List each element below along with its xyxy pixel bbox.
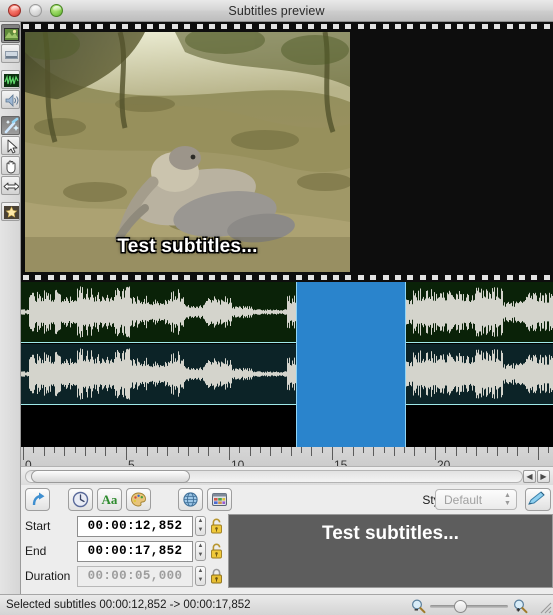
audio-volume-tool[interactable] xyxy=(0,90,20,109)
filmstrip-perforations-bottom xyxy=(21,273,553,282)
scroll-right-arrow[interactable]: ▶ xyxy=(537,470,550,483)
audio-track-2[interactable] xyxy=(21,344,553,404)
scroll-left-arrow[interactable]: ◀ xyxy=(523,470,536,483)
video-preview[interactable]: Test subtitles... xyxy=(25,32,350,272)
timeline-selection[interactable] xyxy=(296,282,406,447)
timing-button[interactable] xyxy=(68,488,93,511)
duration-time-row: Duration 00:00:05,000 ▲ ▼ xyxy=(21,564,227,588)
insert-subtitle-button[interactable] xyxy=(25,488,50,511)
effects-tool[interactable] xyxy=(0,202,20,221)
zoom-out-magnifier-icon[interactable] xyxy=(410,598,427,614)
edit-style-button[interactable] xyxy=(525,488,551,511)
status-bar: Selected subtitles 00:00:12,852 -> 00:00… xyxy=(0,594,553,615)
translate-button[interactable] xyxy=(178,488,203,511)
end-time-label: End xyxy=(25,544,47,558)
svg-text:Aa: Aa xyxy=(102,492,118,507)
duration-time-lock-icon[interactable] xyxy=(209,567,224,585)
window-titlebar: Subtitles preview xyxy=(0,0,553,22)
video-subtitle-overlay: Test subtitles... xyxy=(117,236,258,257)
style-stepper-icon[interactable]: ▲ ▼ xyxy=(503,492,512,508)
waveform-timeline[interactable] xyxy=(21,282,553,447)
start-time-stepper[interactable]: ▲ ▼ xyxy=(195,516,206,536)
subtitle-toolbar: Aa Style Default ▲▼ xyxy=(21,487,553,514)
magic-wand-tool[interactable] xyxy=(0,116,20,135)
timeline-scrollbar[interactable]: ◀ ▶ xyxy=(21,466,553,485)
selection-arrow-tool[interactable] xyxy=(0,136,20,155)
grid-layout-button[interactable] xyxy=(207,488,232,511)
end-time-field[interactable]: 00:00:17,852 xyxy=(77,540,193,562)
zoom-slider-group xyxy=(406,598,531,614)
end-time-lock-icon[interactable] xyxy=(209,542,224,560)
subtitle-preview-text: Test subtitles... xyxy=(322,523,459,544)
hand-pan-tool[interactable] xyxy=(0,156,20,175)
font-button[interactable]: Aa xyxy=(97,488,122,511)
end-time-row: End 00:00:17,852 ▲ ▼ xyxy=(21,539,227,563)
subtitles-preview-window: Subtitles preview Test subtitles... 0 5 … xyxy=(0,0,553,615)
waveform-tool[interactable] xyxy=(0,70,20,89)
style-dropdown-value: Default xyxy=(444,493,483,507)
video-frame-tool[interactable] xyxy=(0,24,20,43)
video-filmstrip-area: Test subtitles... xyxy=(21,22,553,282)
filmstrip-perforations-top xyxy=(21,22,553,31)
subtitle-track[interactable] xyxy=(21,406,553,447)
tool-palette xyxy=(0,22,21,594)
start-time-row: Start 00:00:12,852 ▲ ▼ xyxy=(21,514,227,538)
video-thumbnail-tool[interactable] xyxy=(0,44,20,63)
zoom-in-magnifier-icon[interactable] xyxy=(512,598,529,614)
start-time-lock-icon[interactable] xyxy=(209,517,224,535)
subtitle-preview-panel[interactable]: Test subtitles... xyxy=(228,514,553,588)
scrollbar-thumb[interactable] xyxy=(31,470,190,483)
zoom-slider-knob[interactable] xyxy=(454,600,467,613)
zoom-slider-track[interactable] xyxy=(430,605,508,608)
time-fields-group: Start 00:00:12,852 ▲ ▼ End 00:00:17,852 ▲… xyxy=(21,514,227,588)
color-palette-button[interactable] xyxy=(126,488,151,511)
style-dropdown[interactable]: Default ▲ ▼ xyxy=(435,489,517,510)
duration-time-label: Duration xyxy=(25,569,71,583)
duration-time-field: 00:00:05,000 xyxy=(77,565,193,587)
window-title: Subtitles preview xyxy=(228,3,325,18)
audio-track-1[interactable] xyxy=(21,282,553,342)
duration-time-stepper[interactable]: ▲ ▼ xyxy=(195,566,206,586)
resize-grip-icon[interactable] xyxy=(538,600,552,614)
start-time-field[interactable]: 00:00:12,852 xyxy=(77,515,193,537)
status-text: Selected subtitles 00:00:12,852 -> 00:00… xyxy=(6,599,251,611)
start-time-label: Start xyxy=(25,519,51,533)
end-time-stepper[interactable]: ▲ ▼ xyxy=(195,541,206,561)
horizontal-resize-tool[interactable] xyxy=(0,176,20,195)
